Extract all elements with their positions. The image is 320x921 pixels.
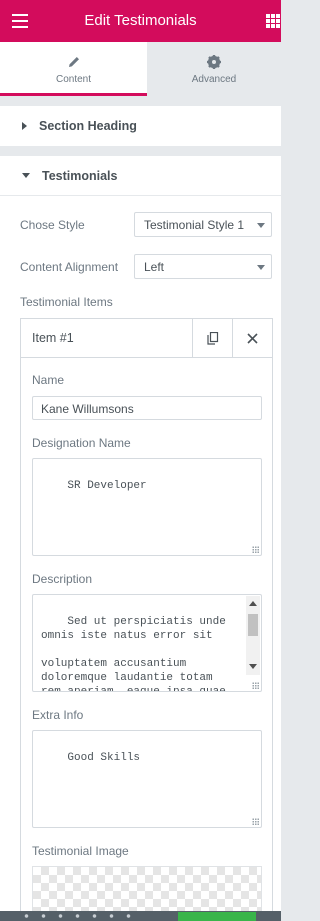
resize-handle-icon[interactable] bbox=[252, 682, 259, 689]
widgets-grid-icon[interactable] bbox=[266, 14, 281, 28]
resize-handle-icon[interactable] bbox=[252, 546, 259, 553]
caret-right-icon bbox=[22, 122, 27, 130]
tab-content[interactable]: Content bbox=[0, 42, 147, 96]
testimonial-image-label: Testimonial Image bbox=[32, 844, 129, 858]
section-heading-label: Section Heading bbox=[39, 119, 137, 133]
chevron-down-icon bbox=[257, 265, 265, 270]
textarea-scrollbar[interactable] bbox=[246, 596, 260, 675]
copy-icon bbox=[206, 332, 218, 345]
designation-label: Designation Name bbox=[32, 436, 131, 450]
description-value: Sed ut perspiciatis unde omnis iste natu… bbox=[41, 616, 226, 692]
editor-header: Edit Testimonials bbox=[0, 0, 281, 42]
extra-info-textarea[interactable]: Good Skills bbox=[32, 730, 262, 828]
description-textarea[interactable]: Sed ut perspiciatis unde omnis iste natu… bbox=[32, 594, 262, 692]
caret-down-icon bbox=[22, 173, 30, 178]
publish-button[interactable] bbox=[178, 912, 256, 921]
scroll-thumb[interactable] bbox=[248, 614, 258, 636]
chevron-down-icon bbox=[257, 223, 265, 228]
description-label: Description bbox=[32, 572, 93, 586]
testimonials-toggle[interactable]: Testimonials bbox=[0, 156, 281, 196]
panel-tabs: Content Advanced bbox=[0, 42, 281, 96]
panel-footer bbox=[0, 911, 281, 921]
close-icon bbox=[247, 333, 258, 344]
content-alignment-value: Left bbox=[144, 260, 165, 274]
remove-button[interactable] bbox=[232, 319, 272, 358]
extra-info-label: Extra Info bbox=[32, 708, 84, 722]
tab-advanced[interactable]: Advanced bbox=[147, 42, 281, 96]
tab-advanced-label: Advanced bbox=[191, 74, 237, 85]
scroll-up-icon[interactable] bbox=[249, 601, 257, 606]
section-heading-panel[interactable]: Section Heading bbox=[0, 106, 281, 146]
name-input[interactable]: Kane Willumsons bbox=[32, 396, 262, 420]
footer-tools-icon[interactable] bbox=[18, 914, 138, 918]
designation-value: SR Developer bbox=[67, 480, 147, 492]
pencil-icon bbox=[68, 57, 79, 67]
repeater-item-title: Item #1 bbox=[32, 331, 74, 345]
repeater-item-header[interactable]: Item #1 bbox=[21, 319, 272, 358]
chose-style-label: Chose Style bbox=[20, 218, 85, 232]
content-alignment-select[interactable]: Left bbox=[134, 254, 272, 279]
testimonials-label: Testimonials bbox=[42, 168, 118, 183]
scroll-down-icon[interactable] bbox=[249, 664, 257, 669]
header-title: Edit Testimonials bbox=[84, 12, 197, 29]
testimonial-items-label: Testimonial Items bbox=[20, 295, 113, 309]
name-label: Name bbox=[32, 373, 65, 387]
tab-content-label: Content bbox=[55, 74, 92, 85]
gear-icon bbox=[207, 55, 221, 69]
content-alignment-label: Content Alignment bbox=[20, 260, 119, 274]
section-heading-toggle[interactable]: Section Heading bbox=[0, 106, 281, 146]
chose-style-select[interactable]: Testimonial Style 1 bbox=[134, 212, 272, 237]
duplicate-button[interactable] bbox=[192, 319, 232, 358]
resize-handle-icon[interactable] bbox=[252, 818, 259, 825]
extra-info-value: Good Skills bbox=[67, 752, 141, 764]
chose-style-value: Testimonial Style 1 bbox=[144, 218, 245, 232]
designation-textarea[interactable]: SR Developer bbox=[32, 458, 262, 556]
repeater-item: Item #1 Name Kane Willumsons Designation… bbox=[20, 318, 273, 921]
